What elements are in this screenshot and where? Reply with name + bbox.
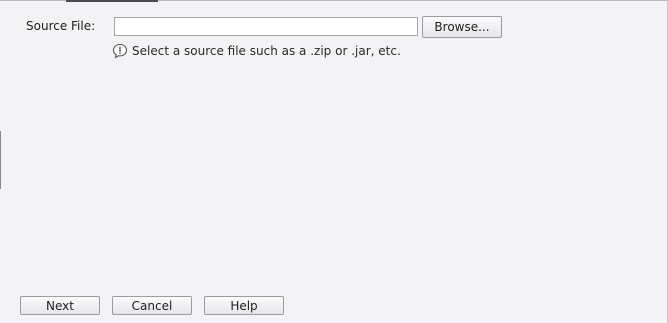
source-file-label: Source File: [26,19,96,33]
import-dialog: Source File: Browse... Select a source f… [0,0,668,323]
source-file-hint: Select a source file such as a .zip or .… [112,43,401,59]
left-edge-divider [0,131,1,189]
hint-text: Select a source file such as a .zip or .… [132,44,401,58]
top-tab-indicator [66,0,158,2]
help-button[interactable]: Help [204,296,284,315]
source-file-input[interactable] [114,17,418,36]
info-speech-bubble-icon [112,43,128,59]
next-button[interactable]: Next [20,296,100,315]
browse-button[interactable]: Browse... [422,16,502,38]
cancel-button[interactable]: Cancel [112,296,192,315]
